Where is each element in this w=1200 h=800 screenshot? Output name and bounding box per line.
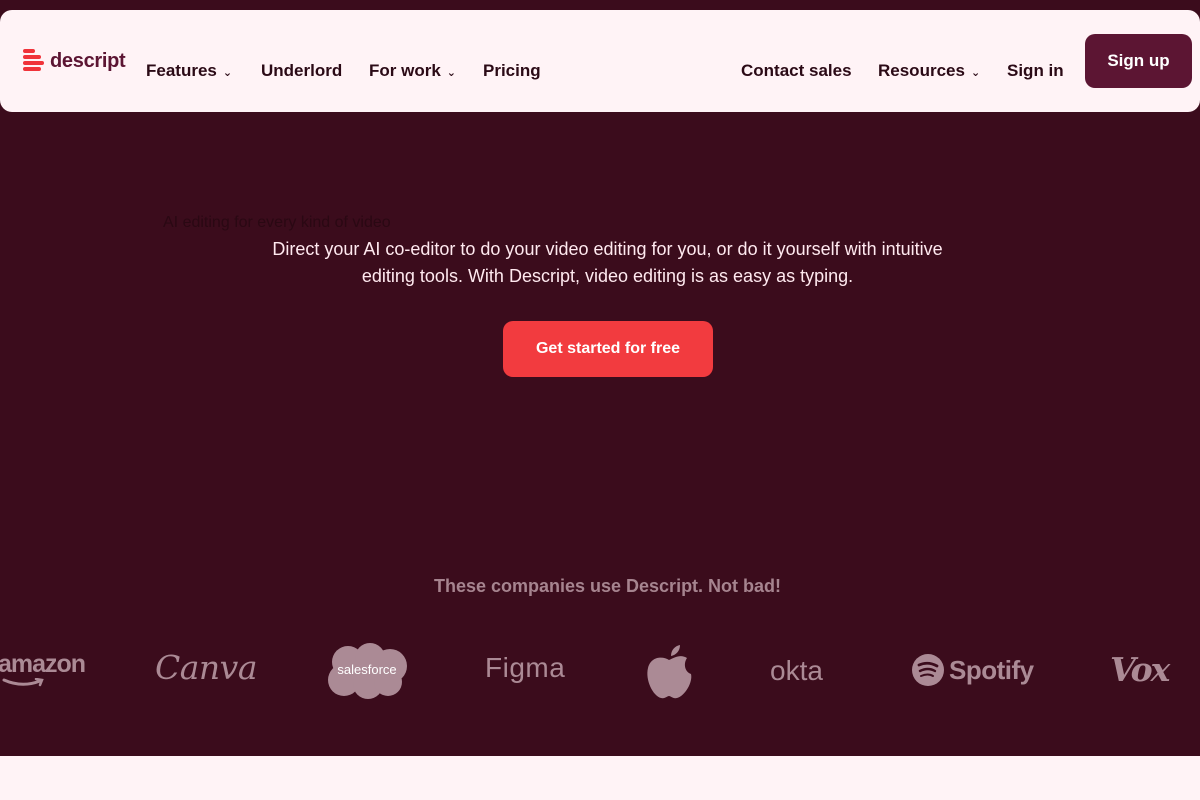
nav-underlord[interactable]: Underlord bbox=[261, 61, 342, 81]
site-header: descript Features ⌄ Underlord For work ⌄… bbox=[0, 10, 1200, 112]
canva-logo: Canva bbox=[155, 648, 258, 687]
nav-resources[interactable]: Resources ⌄ bbox=[878, 61, 980, 81]
figma-logo: Figma bbox=[485, 652, 566, 683]
descript-logo-icon bbox=[23, 48, 44, 74]
okta-logo: okta bbox=[770, 655, 823, 686]
nav-features[interactable]: Features ⌄ bbox=[146, 61, 232, 81]
nav-underlord-label: Underlord bbox=[261, 61, 343, 80]
companies-title: These companies use Descript. Not bad! bbox=[433, 576, 782, 596]
chevron-down-icon: ⌄ bbox=[446, 66, 457, 79]
next-section-band bbox=[0, 756, 1200, 800]
sign-up-button[interactable]: Sign up bbox=[1085, 34, 1192, 88]
nav-features-label: Features bbox=[146, 61, 217, 80]
chevron-down-icon: ⌄ bbox=[222, 66, 233, 79]
nav-contact-sales[interactable]: Contact sales bbox=[741, 61, 852, 81]
hero-ghost-headline: AI editing for every kind of video bbox=[163, 214, 391, 231]
nav-resources-label: Resources bbox=[878, 61, 965, 80]
get-started-button[interactable]: Get started for free bbox=[503, 321, 713, 377]
spotify-logo: Spotify bbox=[911, 653, 1034, 687]
salesforce-logo-text: salesforce bbox=[337, 662, 396, 677]
nav-sign-in[interactable]: Sign in bbox=[1007, 61, 1064, 81]
salesforce-cloud-icon: salesforce bbox=[328, 643, 407, 699]
nav-contact-sales-label: Contact sales bbox=[741, 61, 852, 80]
hero-description: Direct your AI co-editor to do your vide… bbox=[272, 239, 943, 286]
chevron-down-icon: ⌄ bbox=[970, 66, 981, 79]
descript-logo[interactable]: descript bbox=[23, 48, 126, 74]
nav-for-work-label: For work bbox=[369, 61, 441, 80]
nav-sign-in-label: Sign in bbox=[1007, 61, 1064, 80]
amazon-smile-icon bbox=[2, 678, 44, 687]
apple-logo-icon bbox=[647, 645, 692, 699]
company-logos: amazon Canva salesforce Figma okta Spoti… bbox=[0, 630, 1200, 710]
nav-for-work[interactable]: For work ⌄ bbox=[369, 61, 456, 81]
spotify-logo-text: Spotify bbox=[949, 654, 1034, 685]
nav-pricing-label: Pricing bbox=[483, 61, 541, 80]
spotify-logo-icon bbox=[912, 654, 944, 686]
nav-pricing[interactable]: Pricing bbox=[483, 61, 541, 81]
amazon-logo: amazon bbox=[0, 650, 86, 678]
logo-text: descript bbox=[50, 49, 126, 72]
vox-logo: Vox bbox=[1110, 650, 1170, 689]
